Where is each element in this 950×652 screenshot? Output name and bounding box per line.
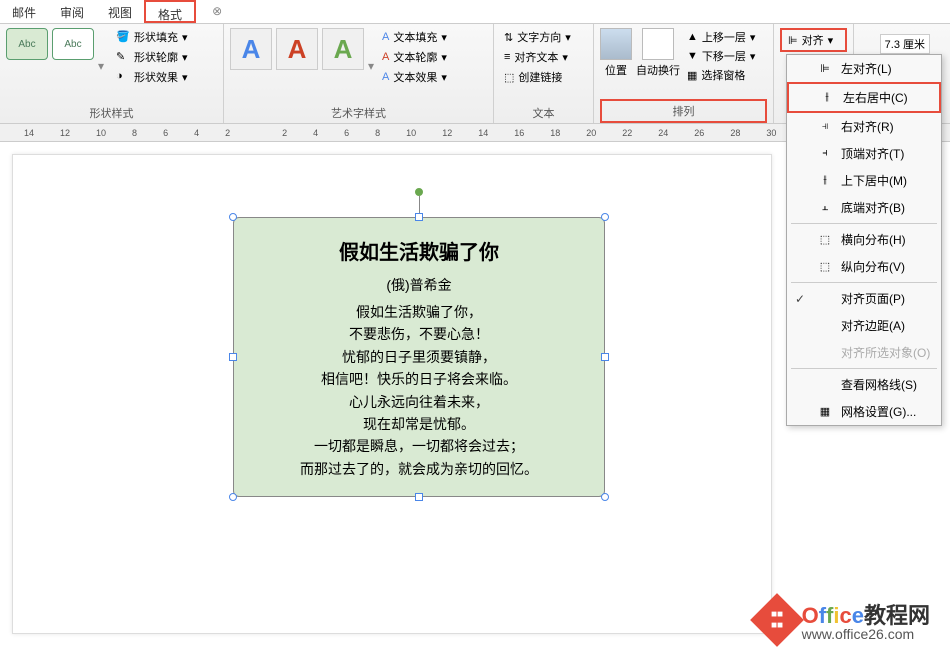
wrap-icon[interactable] [642,28,674,60]
resize-handle-b[interactable] [415,493,423,501]
align-center-h-item[interactable]: ⫲左右居中(C) [787,82,941,113]
align-bottom-item[interactable]: ⫠底端对齐(B) [787,194,941,221]
arrange-group-label: 排列 [600,99,767,123]
shape-fill-button[interactable]: 🪣形状填充 ▾ [112,28,192,46]
poem-line: 假如生活欺骗了你， [244,301,594,323]
watermark-url: www.office26.com [802,626,930,642]
align-bottom-icon: ⫠ [817,200,833,216]
resize-handle-bl[interactable] [229,493,237,501]
watermark: ■■■■ Office教程网 www.office26.com [758,598,930,642]
poem-line: 一切都是瞬息，一切都将会过去； [244,435,594,457]
grid-icon: ▦ [817,404,833,420]
position-icon[interactable] [600,28,632,60]
shape-style-preset-2[interactable]: Abc [52,28,94,60]
effects-icon: ◑ [116,70,130,84]
poem-line: 忧郁的日子里须要镇静， [244,346,594,368]
view-grid-item[interactable]: 查看网格线(S) [787,371,941,398]
tab-extra-icon[interactable]: ⊗ [204,0,230,23]
wordart-preset-3[interactable]: A [322,28,364,70]
align-text-icon: ≡ [504,51,510,63]
select-pane-button[interactable]: ▦选择窗格 [684,66,758,84]
align-right-icon: ⫣ [817,119,833,135]
check-icon: ✓ [795,292,809,306]
align-center-h-icon: ⫲ [819,90,835,106]
resize-handle-l[interactable] [229,353,237,361]
align-center-v-item[interactable]: ⫲上下居中(M) [787,167,941,194]
align-dropdown-menu: ⊫左对齐(L) ⫲左右居中(C) ⫣右对齐(R) ⫞顶端对齐(T) ⫲上下居中(… [786,54,942,426]
wrap-label[interactable]: 自动换行 [636,62,680,78]
wordart-preset-1[interactable]: A [230,28,272,70]
text-fill-icon: A [382,31,389,43]
tab-format[interactable]: 格式 [144,0,196,23]
tab-view[interactable]: 视图 [96,0,144,23]
wordart-group-label: 艺术字样式 [230,103,487,123]
wordart-preset-2[interactable]: A [276,28,318,70]
shape-effects-button[interactable]: ◑形状效果 ▾ [112,68,192,86]
move-up-icon: ▲ [687,31,698,43]
align-icon: ⊫ [788,34,798,47]
dist-v-item[interactable]: ⬚纵向分布(V) [787,253,941,280]
align-left-icon: ⊫ [817,61,833,77]
shape-style-preset-1[interactable]: Abc [6,28,48,60]
poem-line: 心儿永远向往着未来， [244,391,594,413]
dist-v-icon: ⬚ [817,259,833,275]
poem-line: 而那过去了的，就会成为亲切的回忆。 [244,458,594,480]
align-page-item[interactable]: ✓对齐页面(P) [787,285,941,312]
align-top-icon: ⫞ [817,146,833,162]
dist-h-item[interactable]: ⬚横向分布(H) [787,226,941,253]
resize-handle-r[interactable] [601,353,609,361]
poem-line: 相信吧！快乐的日子将会来临。 [244,368,594,390]
size-input[interactable]: 7.3 厘米 [880,34,930,54]
text-outline-icon: A [382,51,389,63]
text-effects-icon: A [382,71,389,83]
dist-h-icon: ⬚ [817,232,833,248]
rotate-handle[interactable] [415,188,423,196]
tab-review[interactable]: 审阅 [48,0,96,23]
align-right-item[interactable]: ⫣右对齐(R) [787,113,941,140]
text-direction-button[interactable]: ⇅文字方向 ▾ [500,28,575,46]
text-effects-button[interactable]: A文本效果 ▾ [378,68,451,86]
poem-author: (俄)普希金 [244,275,594,295]
resize-handle-tr[interactable] [601,213,609,221]
align-margin-item[interactable]: 对齐边距(A) [787,312,941,339]
grid-settings-item[interactable]: ▦网格设置(G)... [787,398,941,425]
move-down-button[interactable]: ▼下移一层 ▾ [684,47,758,65]
align-center-v-icon: ⫲ [817,173,833,189]
poem-line: 现在却常是忧郁。 [244,413,594,435]
text-group-label: 文本 [500,103,587,123]
text-shape[interactable]: 假如生活欺骗了你 (俄)普希金 假如生活欺骗了你， 不要悲伤，不要心急！ 忧郁的… [233,217,605,497]
outline-icon: ✎ [116,50,130,64]
create-link-button[interactable]: ⬚创建链接 [500,68,575,86]
link-icon: ⬚ [504,71,514,84]
poem-title: 假如生活欺骗了你 [244,236,594,265]
text-fill-button[interactable]: A文本填充 ▾ [378,28,451,46]
move-down-icon: ▼ [687,50,698,62]
select-pane-icon: ▦ [687,69,697,82]
document-canvas[interactable]: 假如生活欺骗了你 (俄)普希金 假如生活欺骗了你， 不要悲伤，不要心急！ 忧郁的… [12,154,772,634]
direction-icon: ⇅ [504,31,513,44]
position-label[interactable]: 位置 [605,62,627,78]
poem-line: 不要悲伤，不要心急！ [244,323,594,345]
tab-mail[interactable]: 邮件 [0,0,48,23]
shape-outline-button[interactable]: ✎形状轮廓 ▾ [112,48,192,66]
align-text-button[interactable]: ≡对齐文本 ▾ [500,48,575,66]
move-up-button[interactable]: ▲上移一层 ▾ [684,28,758,46]
align-selected-item: 对齐所选对象(O) [787,339,941,366]
align-left-item[interactable]: ⊫左对齐(L) [787,55,941,82]
fill-icon: 🪣 [116,30,130,44]
text-outline-button[interactable]: A文本轮廓 ▾ [378,48,451,66]
shape-style-group-label: 形状样式 [6,103,217,123]
resize-handle-t[interactable] [415,213,423,221]
align-top-item[interactable]: ⫞顶端对齐(T) [787,140,941,167]
resize-handle-tl[interactable] [229,213,237,221]
align-button[interactable]: ⊫对齐 ▾ [780,28,847,52]
watermark-logo-icon: ■■■■ [750,593,804,647]
resize-handle-br[interactable] [601,493,609,501]
